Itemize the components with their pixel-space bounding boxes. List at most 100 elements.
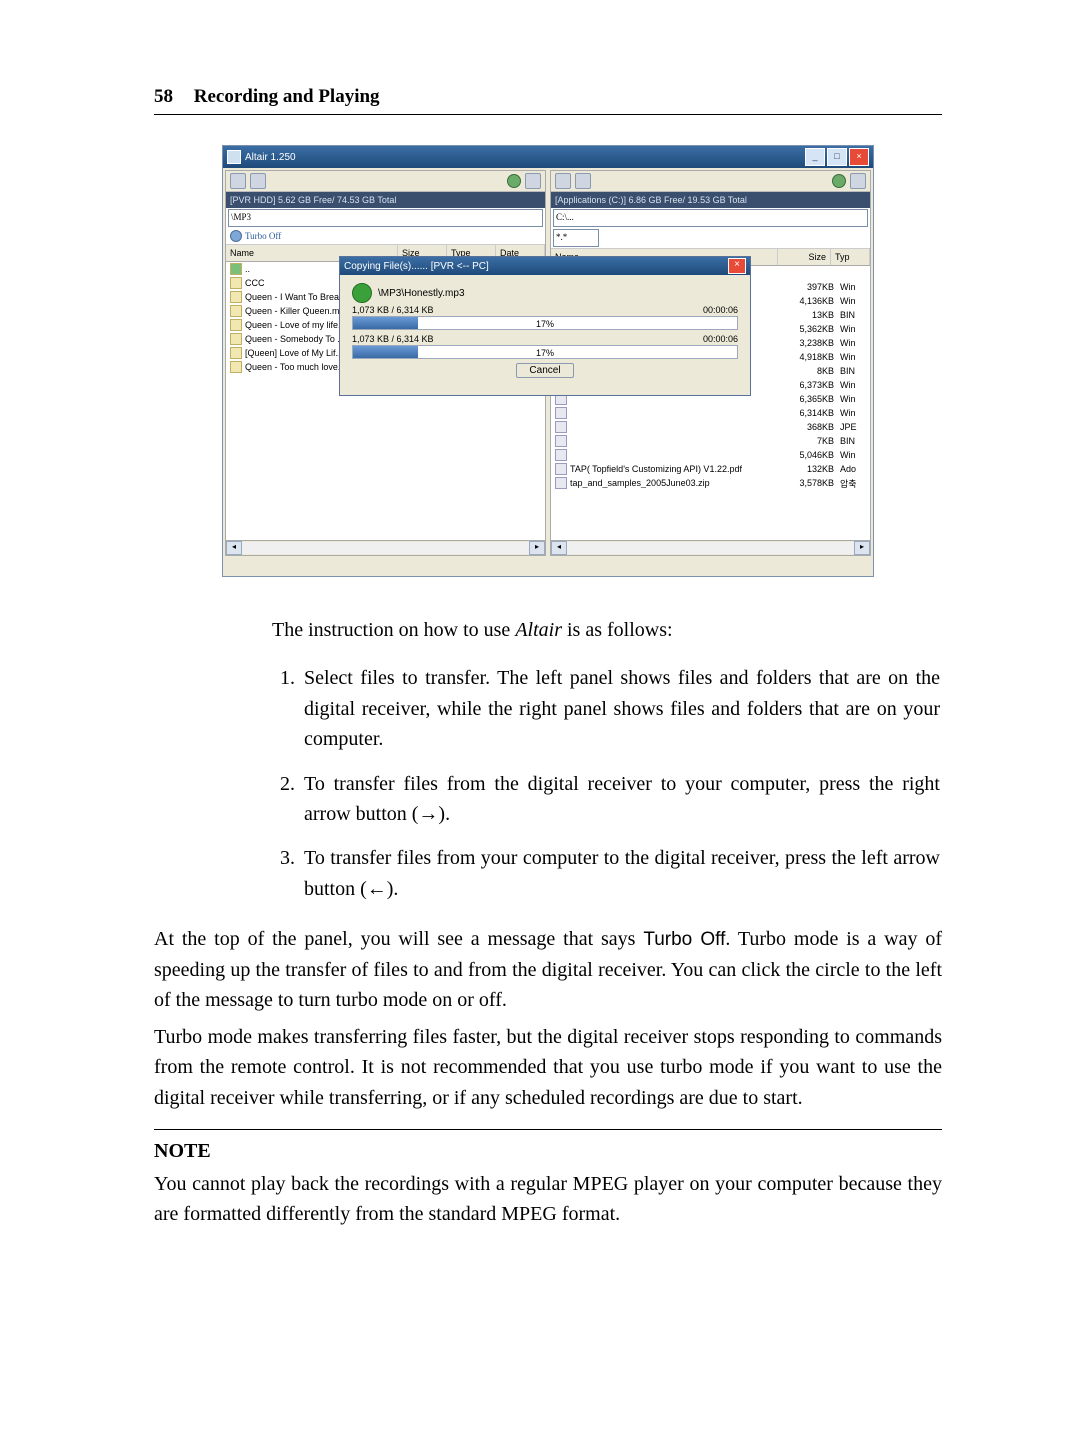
file-name: tap_and_samples_2005June03.zip bbox=[570, 478, 787, 488]
right-filter-input[interactable]: *.* bbox=[553, 229, 599, 247]
file-type: Win bbox=[837, 408, 866, 418]
altair-screenshot: Altair 1.250 _ □ × [PV bbox=[222, 145, 874, 585]
file-type: Win bbox=[837, 380, 866, 390]
progress-close-button[interactable]: × bbox=[728, 258, 746, 274]
file-size: 368KB bbox=[790, 422, 834, 432]
transfer-right-icon[interactable] bbox=[507, 174, 521, 188]
file-type: BIN bbox=[837, 310, 866, 320]
progress-total-pct: 17% bbox=[506, 348, 584, 358]
progress-dialog: Copying File(s)...... [PVR <-- PC] × \MP… bbox=[339, 256, 751, 396]
right-path-input[interactable]: C:\... bbox=[553, 209, 868, 227]
scroll-left-icon[interactable]: ◂ bbox=[551, 541, 567, 555]
progress-bar-file: 17% bbox=[352, 316, 738, 330]
refresh-icon[interactable] bbox=[575, 173, 591, 189]
app-icon bbox=[227, 150, 241, 164]
file-size: 6,314KB bbox=[790, 408, 834, 418]
left-path-input[interactable]: \MP3 bbox=[228, 209, 543, 227]
file-icon bbox=[555, 421, 567, 433]
window-title: Altair 1.250 bbox=[245, 152, 805, 163]
col-size[interactable]: Size bbox=[778, 249, 831, 265]
file-size: 5,046KB bbox=[790, 450, 834, 460]
misc-icon[interactable] bbox=[850, 173, 866, 189]
file-size: 4,918KB bbox=[790, 352, 834, 362]
file-row[interactable]: 5,046KBWin bbox=[551, 448, 870, 462]
cancel-button[interactable]: Cancel bbox=[516, 363, 573, 378]
progress-total-time: 00:00:06 bbox=[703, 334, 738, 344]
close-button[interactable]: × bbox=[849, 148, 869, 166]
right-toolbar bbox=[551, 171, 870, 192]
file-size: 3,238KB bbox=[790, 338, 834, 348]
file-icon bbox=[230, 263, 242, 275]
file-size: 3,578KB bbox=[790, 478, 834, 488]
page-number: 58 bbox=[154, 86, 173, 107]
right-scrollbar[interactable]: ◂ ▸ bbox=[551, 540, 870, 555]
page-header: 58 Recording and Playing bbox=[154, 86, 942, 115]
instruction-list: Select files to transfer. The left panel… bbox=[300, 663, 940, 904]
file-size: 7KB bbox=[790, 436, 834, 446]
step-item: To transfer files from the digital recei… bbox=[300, 769, 940, 830]
refresh-icon[interactable] bbox=[250, 173, 266, 189]
misc-icon[interactable] bbox=[525, 173, 541, 189]
progress-total-kb: 1,073 KB / 6,314 KB bbox=[352, 334, 643, 344]
file-size: 6,365KB bbox=[790, 394, 834, 404]
progress-file-time: 00:00:06 bbox=[703, 305, 738, 315]
file-type: Win bbox=[837, 394, 866, 404]
progress-file-pct: 17% bbox=[506, 319, 584, 329]
file-type: Ado bbox=[837, 464, 866, 474]
file-icon bbox=[230, 277, 242, 289]
turbo-toggle[interactable]: Turbo Off bbox=[226, 228, 545, 244]
file-type: Win bbox=[837, 352, 866, 362]
transfer-left-icon[interactable] bbox=[832, 174, 846, 188]
file-icon bbox=[230, 291, 242, 303]
progress-bar-total: 17% bbox=[352, 345, 738, 359]
left-toolbar bbox=[226, 171, 545, 192]
left-scrollbar[interactable]: ◂ ▸ bbox=[226, 540, 545, 555]
turbo-label: Turbo Off bbox=[245, 231, 281, 241]
file-type: Win bbox=[837, 296, 866, 306]
turbo-circle-icon[interactable] bbox=[230, 230, 242, 242]
file-size: 8KB bbox=[790, 366, 834, 376]
file-icon bbox=[555, 477, 567, 489]
file-icon bbox=[555, 463, 567, 475]
window-titlebar: Altair 1.250 _ □ × bbox=[223, 146, 873, 168]
file-size: 4,136KB bbox=[790, 296, 834, 306]
intro-text: The instruction on how to use Altair is … bbox=[272, 615, 940, 645]
file-row[interactable]: 6,314KBWin bbox=[551, 406, 870, 420]
paragraph-turbo-mode: Turbo mode makes transferring files fast… bbox=[154, 1022, 942, 1113]
step-item: To transfer files from your computer to … bbox=[300, 843, 940, 904]
file-row[interactable]: tap_and_samples_2005June03.zip3,578KB압축 bbox=[551, 476, 870, 490]
file-type: Win bbox=[837, 450, 866, 460]
maximize-button[interactable]: □ bbox=[827, 148, 847, 166]
file-type: Win bbox=[837, 324, 866, 334]
file-type: Win bbox=[837, 282, 866, 292]
file-icon bbox=[555, 449, 567, 461]
file-icon bbox=[555, 407, 567, 419]
scroll-right-icon[interactable]: ▸ bbox=[529, 541, 545, 555]
file-type: JPE bbox=[837, 422, 866, 432]
progress-file-kb: 1,073 KB / 6,314 KB bbox=[352, 305, 643, 315]
col-type[interactable]: Typ bbox=[831, 249, 870, 265]
file-type: 압축 bbox=[837, 477, 866, 490]
file-row[interactable]: TAP( Topfield's Customizing API) V1.22.p… bbox=[551, 462, 870, 476]
left-path-label: [PVR HDD] 5.62 GB Free/ 74.53 GB Total bbox=[226, 192, 545, 208]
file-type: BIN bbox=[837, 436, 866, 446]
folder-icon[interactable] bbox=[230, 173, 246, 189]
file-type: BIN bbox=[837, 366, 866, 376]
folder-icon[interactable] bbox=[555, 173, 571, 189]
file-size: 397KB bbox=[790, 282, 834, 292]
file-row[interactable]: 368KBJPE bbox=[551, 420, 870, 434]
scroll-right-icon[interactable]: ▸ bbox=[854, 541, 870, 555]
right-path-label: [Applications (C:)] 6.86 GB Free/ 19.53 … bbox=[551, 192, 870, 208]
file-size: 5,362KB bbox=[790, 324, 834, 334]
progress-current-file: \MP3\Honestly.mp3 bbox=[378, 288, 465, 299]
file-row[interactable]: 7KBBIN bbox=[551, 434, 870, 448]
file-name: TAP( Topfield's Customizing API) V1.22.p… bbox=[570, 464, 787, 474]
scroll-left-icon[interactable]: ◂ bbox=[226, 541, 242, 555]
file-icon bbox=[230, 319, 242, 331]
note-heading: NOTE bbox=[154, 1140, 942, 1163]
file-icon bbox=[230, 361, 242, 373]
minimize-button[interactable]: _ bbox=[805, 148, 825, 166]
progress-title: Copying File(s)...... [PVR <-- PC] bbox=[344, 261, 728, 272]
file-size: 13KB bbox=[790, 310, 834, 320]
file-icon bbox=[230, 305, 242, 317]
